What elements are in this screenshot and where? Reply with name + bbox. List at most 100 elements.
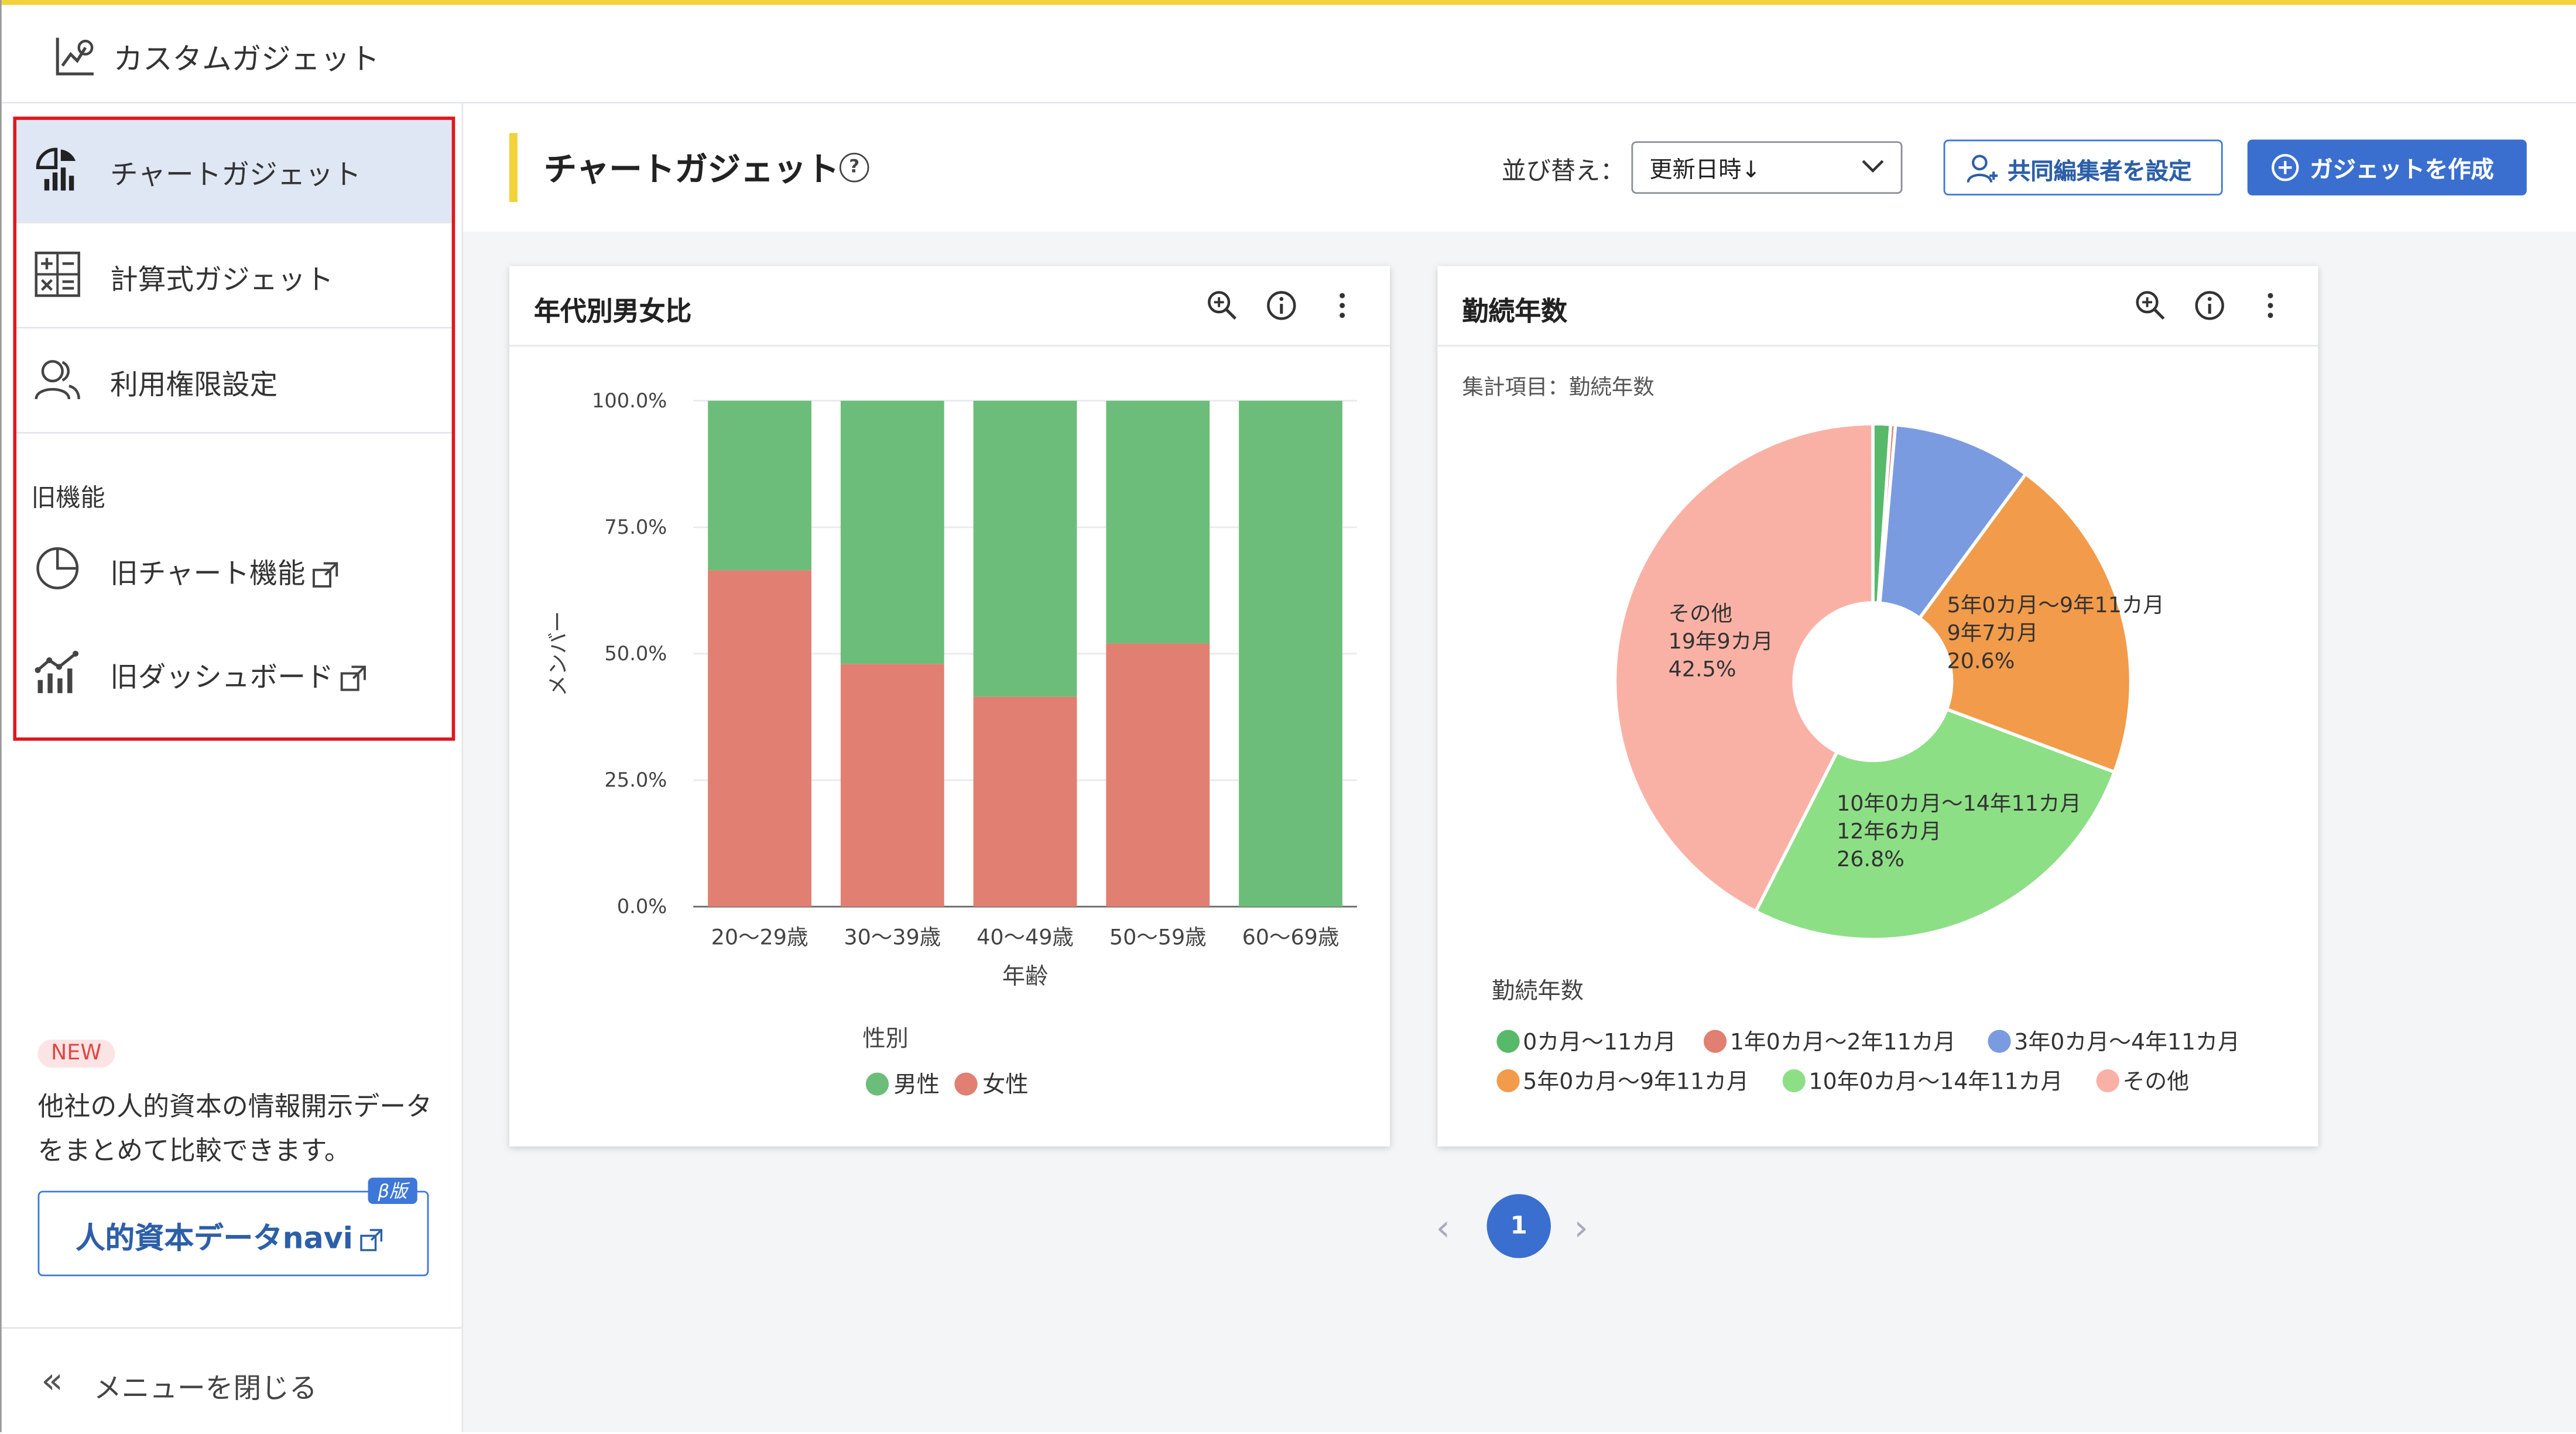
add-user-icon <box>1967 155 1998 183</box>
y-tick-label: 50.0% <box>604 642 667 665</box>
create-gadget-label: ガジェットを作成 <box>2310 157 2494 184</box>
legend-marker <box>2096 1069 2119 1093</box>
y-axis-title: メンバー <box>545 611 570 697</box>
bar <box>973 697 1077 907</box>
zoom-in-icon[interactable] <box>2134 289 2167 322</box>
promo-text: 他社の人的資本の情報開示データをまとめて比較できます。 <box>37 1090 433 1167</box>
slice-label: 26.8% <box>1837 846 1904 872</box>
help-icon[interactable]: ? <box>839 152 869 183</box>
legend-marker <box>1782 1069 1806 1093</box>
sidebar-item-label: 利用権限設定 <box>110 369 278 403</box>
chart-gadget-icon <box>36 147 76 191</box>
legacy-section-label: 旧機能 <box>31 483 105 513</box>
bar <box>1239 400 1342 907</box>
top-accent-line <box>1 0 2576 5</box>
app-header: カスタムガジェット <box>1 5 2576 104</box>
set-coeditors-button[interactable]: 共同編集者を設定 <box>1943 139 2223 195</box>
slice-label: 19年9カ月 <box>1669 629 1773 654</box>
app-window: カスタムガジェット チャートガジェット 計算式ガジェット 利用権限設定 旧機能 … <box>0 0 2576 1433</box>
card-header: 勤続年数 <box>1437 266 2318 347</box>
slice-label: 9年7カ月 <box>1947 620 2039 646</box>
y-tick-label: 100.0% <box>592 389 667 412</box>
slice-label: 42.5% <box>1669 657 1736 682</box>
legend-label: その他 <box>2123 1069 2190 1095</box>
close-menu-label: メニューを閉じる <box>93 1373 317 1406</box>
dashboard-chart-icon <box>35 650 79 694</box>
sort-select-value: 更新日時↓ <box>1649 157 1761 184</box>
slice-label: 20.6% <box>1947 648 2015 673</box>
sort-label: 並び替え： <box>1501 156 1625 186</box>
y-tick-label: 75.0% <box>604 516 667 538</box>
card-title: 年代別男女比 <box>533 296 692 327</box>
calculator-icon <box>35 251 80 297</box>
users-icon <box>35 360 80 400</box>
legend-label: 1年0カ月〜2年11カ月 <box>1730 1029 1956 1055</box>
x-tick-label: 60～69歳 <box>1242 925 1340 950</box>
legend-marker <box>1496 1069 1520 1093</box>
zoom-in-icon[interactable] <box>1206 289 1239 322</box>
external-link-icon <box>312 562 338 588</box>
bar <box>1106 400 1210 644</box>
more-options-icon[interactable] <box>1326 289 1359 322</box>
sidebar-divider <box>16 432 454 434</box>
x-tick-label: 40～49歳 <box>977 925 1074 950</box>
legend-label: 男性 <box>894 1072 940 1098</box>
set-coeditors-label: 共同編集者を設定 <box>2008 159 2192 186</box>
legend-marker <box>1703 1030 1727 1053</box>
sidebar-item-label: 旧ダッシュボード <box>110 654 366 695</box>
title-accent-bar <box>509 133 518 203</box>
sidebar-item-formula-gadget[interactable]: 計算式ガジェット <box>16 224 453 327</box>
bar <box>973 400 1077 697</box>
page-button-current[interactable]: 1 <box>1486 1194 1551 1258</box>
sidebar: チャートガジェット 計算式ガジェット 利用権限設定 旧機能 旧チャート機能 旧ダ… <box>1 103 464 1433</box>
x-tick-label: 50～59歳 <box>1109 925 1207 950</box>
human-capital-navi-button[interactable]: β版 人的資本データnavi <box>37 1178 429 1277</box>
sidebar-item-legacy-chart[interactable]: 旧チャート機能 <box>16 517 453 621</box>
gadget-card-tenure: 勤続年数 集計項目：勤続年数 5年0カ月〜9年11カ月 9年7カ月 20.6% 10年… <box>1437 266 2318 1147</box>
more-options-icon[interactable] <box>2254 289 2287 322</box>
double-chevron-left-icon: « <box>41 1361 63 1403</box>
prev-page-button[interactable]: ‹ <box>1436 1209 1451 1250</box>
bar <box>840 664 944 907</box>
create-gadget-button[interactable]: ガジェットを作成 <box>2247 139 2527 195</box>
next-page-button[interactable]: › <box>1574 1209 1588 1250</box>
legend-label: 5年0カ月〜9年11カ月 <box>1523 1069 1749 1095</box>
sidebar-item-label: 計算式ガジェット <box>110 264 334 297</box>
info-icon[interactable] <box>2193 289 2226 322</box>
legend-label: 10年0カ月〜14年11カ月 <box>1809 1069 2063 1095</box>
bar-chart: 0.0% 25.0% 50.0% 75.0% 100.0% 20～29歳 30～39歳 40～… <box>545 389 1357 1098</box>
main-content: チャートガジェット ? 並び替え： 更新日時↓ 共同編集者を設定 ガジェットを作… <box>463 103 2576 1433</box>
plus-circle-icon <box>2272 154 2299 181</box>
slice-label: その他 <box>1669 601 1732 626</box>
sidebar-item-permissions[interactable]: 利用権限設定 <box>16 328 453 432</box>
page-toolbar: チャートガジェット ? 並び替え： 更新日時↓ 共同編集者を設定 ガジェットを作… <box>463 103 2576 232</box>
slice-label: 5年0カ月〜9年11カ月 <box>1947 592 2164 617</box>
info-icon[interactable] <box>1265 289 1298 322</box>
donut-chart: 5年0カ月〜9年11カ月 9年7カ月20.6% 10年0カ月〜14年11カ月 12年6… <box>1492 422 2240 1095</box>
legend-label: 3年0カ月〜4年11カ月 <box>2014 1029 2240 1055</box>
card-header: 年代別男女比 <box>509 266 1390 347</box>
x-axis-title: 年齢 <box>1002 963 1049 990</box>
custom-gadget-icon <box>56 37 94 76</box>
promo-button-label: 人的資本データnavi <box>76 1216 382 1258</box>
sort-select[interactable]: 更新日時↓ <box>1631 141 1903 194</box>
sidebar-item-chart-gadget[interactable]: チャートガジェット <box>16 118 454 222</box>
app-title: カスタムガジェット <box>113 42 380 77</box>
bar <box>1106 643 1210 907</box>
y-tick-label: 25.0% <box>604 769 667 791</box>
close-menu-button[interactable]: « メニューを閉じる <box>1 1327 462 1433</box>
gadget-card-gender-ratio: 年代別男女比 0.0% 25.0% 50.0% 75.0% 100.0% 20～29歳 30… <box>509 266 1390 1147</box>
legend-title: 勤続年数 <box>1492 978 1584 1004</box>
sidebar-item-label: チャートガジェット <box>110 159 361 193</box>
chevron-down-icon <box>1862 160 1884 173</box>
y-tick-label: 0.0% <box>617 895 667 918</box>
legend-title: 性別 <box>862 1026 909 1052</box>
external-link-icon <box>340 665 366 691</box>
external-link-icon <box>359 1229 382 1251</box>
sidebar-item-legacy-dashboard[interactable]: 旧ダッシュボード <box>16 621 453 725</box>
slice-label: 12年6カ月 <box>1837 819 1941 844</box>
legend-marker <box>954 1072 978 1096</box>
bar <box>708 400 811 571</box>
slice-label: 10年0カ月〜14年11カ月 <box>1837 791 2081 816</box>
card-title: 勤続年数 <box>1462 296 1568 327</box>
